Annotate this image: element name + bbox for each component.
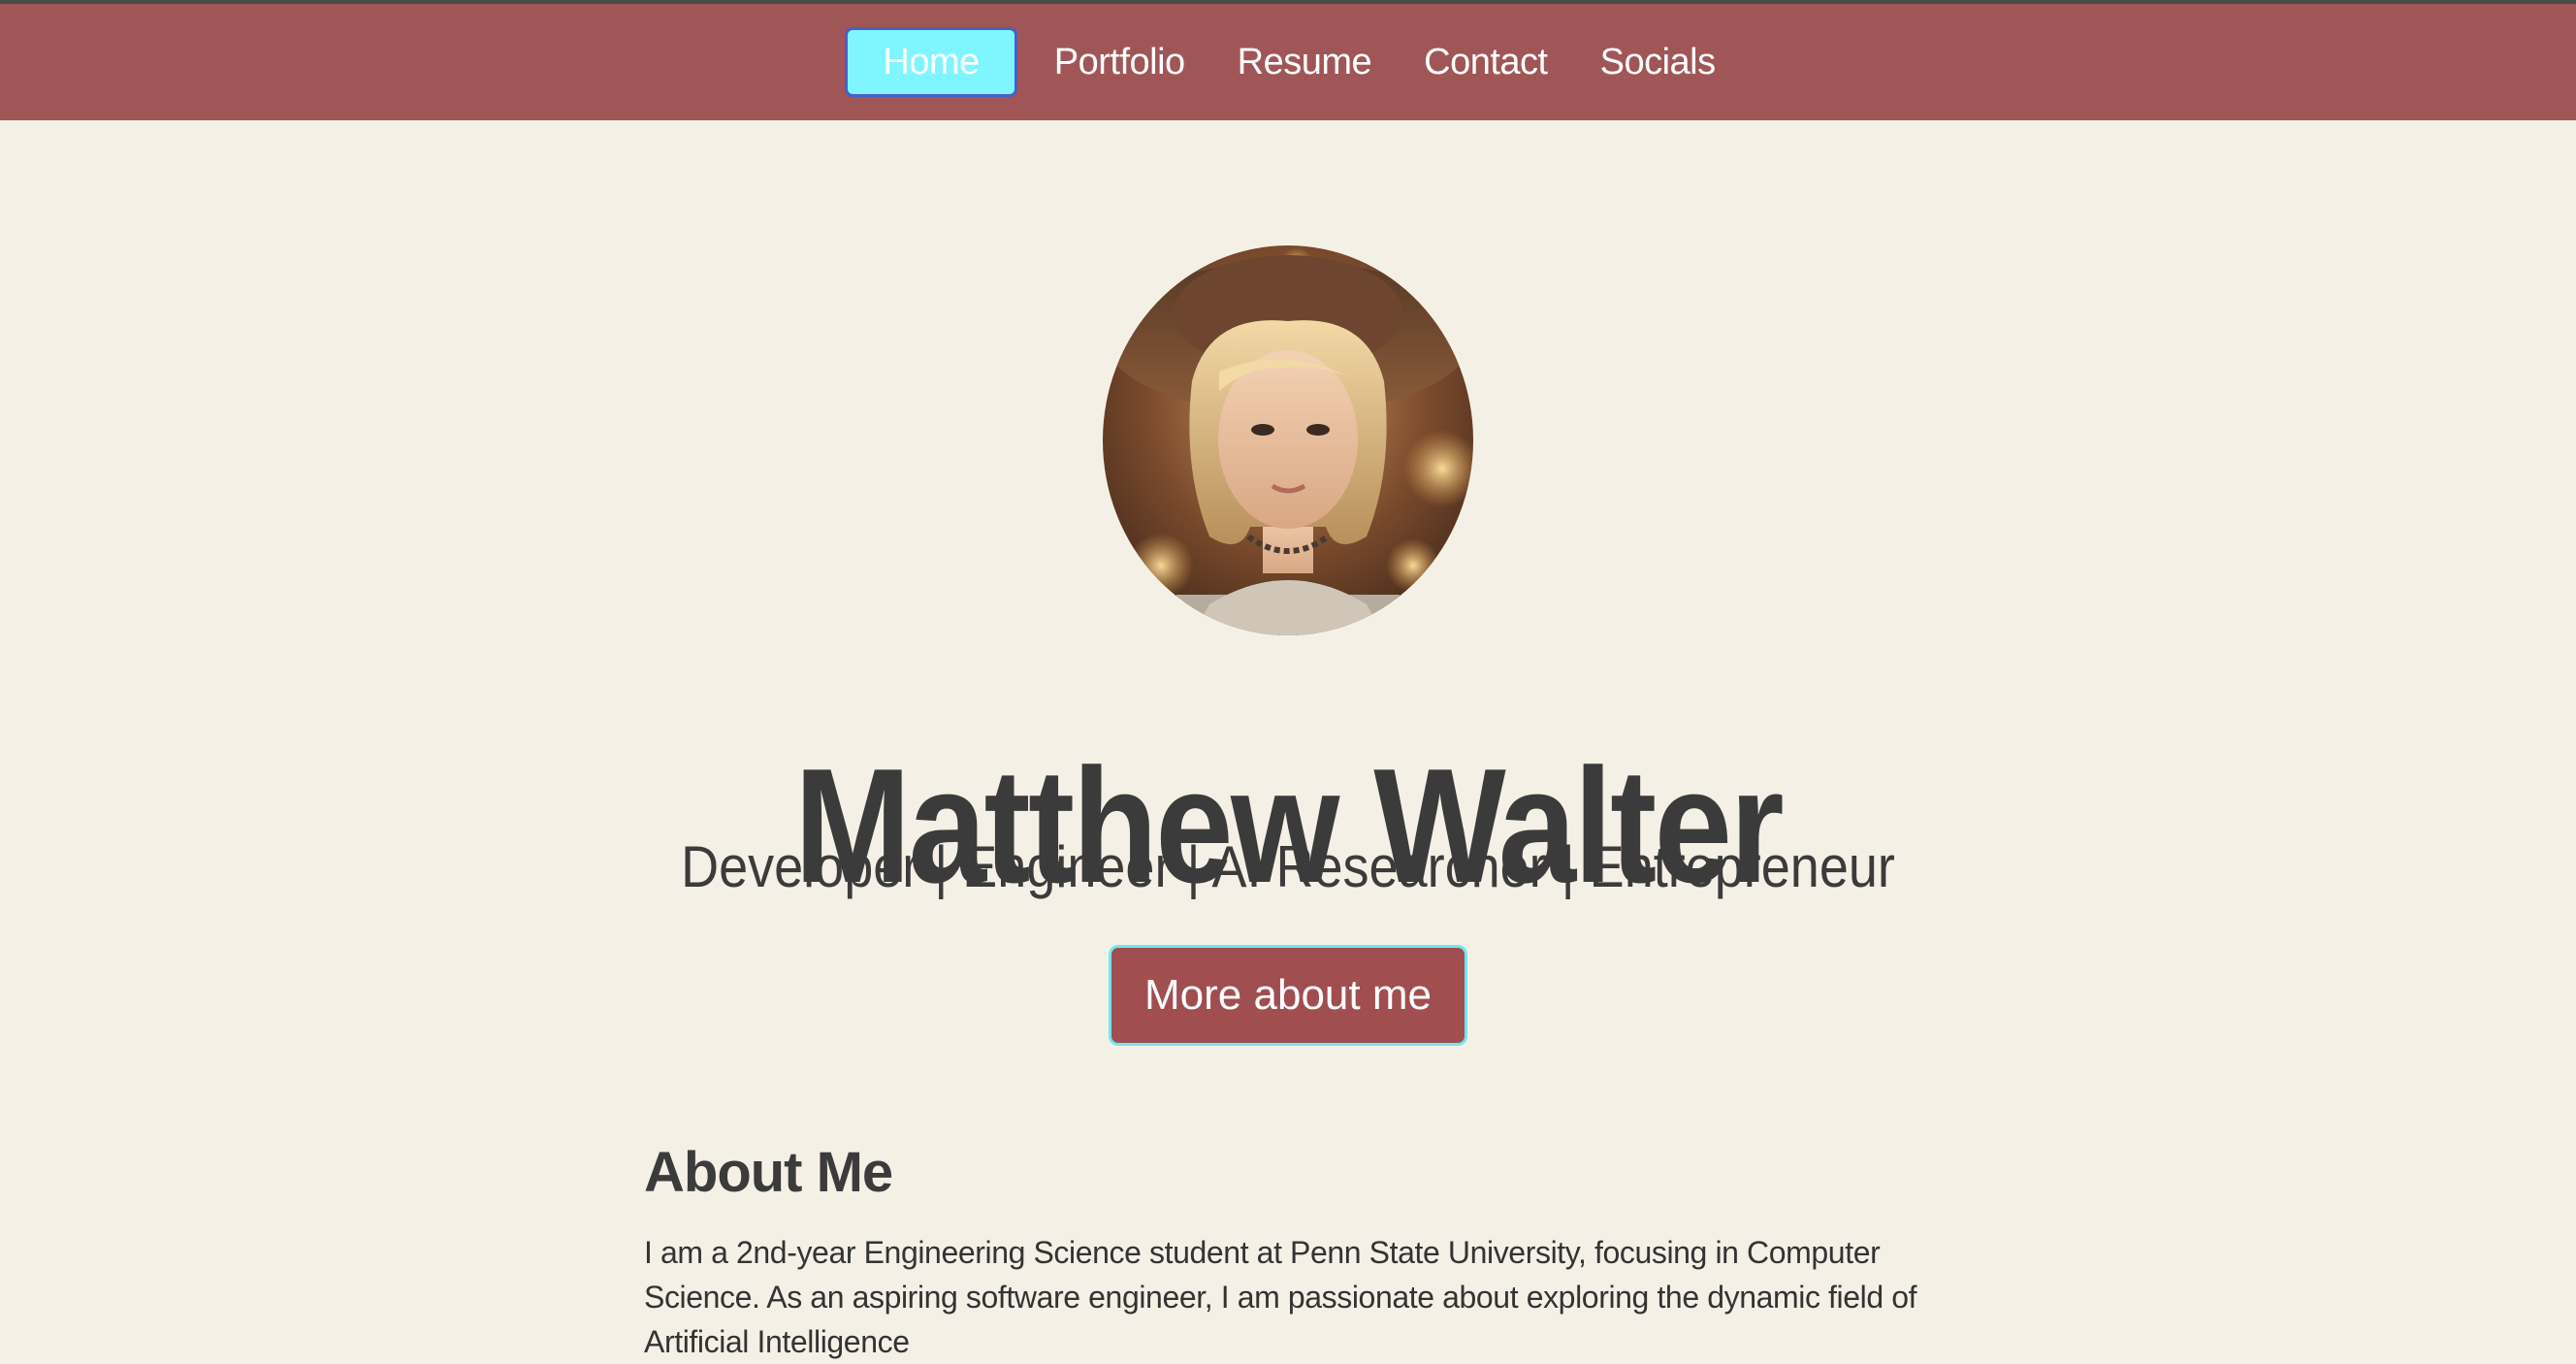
nav-socials[interactable]: Socials <box>1585 34 1731 90</box>
about-me-text: I am a 2nd-year Engineering Science stud… <box>644 1235 1917 1359</box>
main-nav: Home Portfolio Resume Contact Socials <box>845 27 1730 97</box>
nav-resume[interactable]: Resume <box>1222 34 1388 90</box>
hero-tagline: Developer | Engineer | AI Researcher | E… <box>681 834 1895 899</box>
nav-home[interactable]: Home <box>845 27 1017 97</box>
nav-portfolio[interactable]: Portfolio <box>1039 34 1201 90</box>
more-about-me-button[interactable]: More about me <box>1109 945 1467 1046</box>
portrait-image <box>1103 245 1473 635</box>
nav-contact[interactable]: Contact <box>1408 34 1562 90</box>
hero-section: Matthew Walter Developer | Engineer | AI… <box>0 120 2576 1359</box>
portrait-avatar <box>1103 245 1473 635</box>
top-navigation-bar: Home Portfolio Resume Contact Socials <box>0 0 2576 120</box>
about-me-heading: About Me <box>644 1141 893 1205</box>
